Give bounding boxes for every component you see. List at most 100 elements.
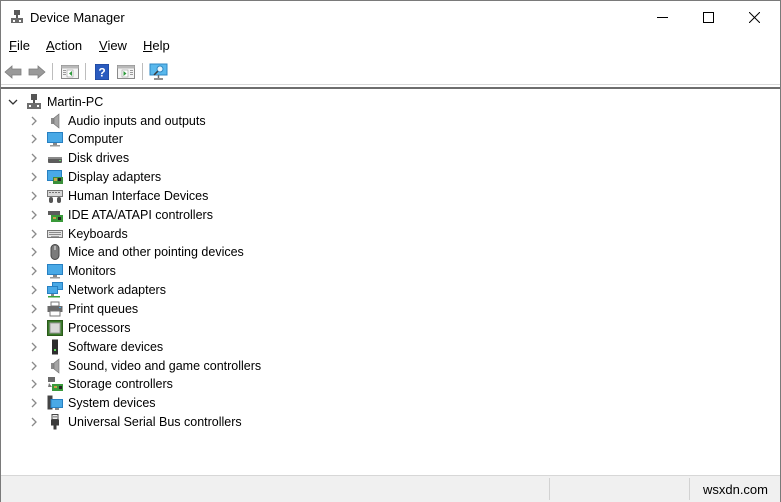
tree-node-print-queues[interactable]: Print queues: [28, 300, 138, 319]
tree-node-label: Storage controllers: [68, 377, 173, 392]
tree-node-label: Disk drives: [68, 151, 130, 166]
software-device-icon: [47, 339, 63, 355]
device-tree[interactable]: Martin-PC Audio inputs and outputs Comput…: [1, 87, 780, 475]
chevron-right-icon[interactable]: [28, 322, 40, 334]
computer-network-icon: [26, 93, 42, 110]
tree-node-audio-inputs-and-outputs[interactable]: Audio inputs and outputs: [28, 111, 206, 130]
menu-action-mnemonic: A: [46, 38, 55, 53]
back-arrow-icon: [4, 65, 22, 79]
chevron-right-icon[interactable]: [28, 228, 40, 240]
disk-drive-icon: [47, 150, 63, 166]
mouse-icon: [47, 244, 63, 261]
hid-icon: [47, 188, 63, 204]
menu-view[interactable]: View: [99, 38, 127, 53]
menu-help-mnemonic: H: [143, 38, 153, 53]
chevron-right-icon[interactable]: [28, 416, 40, 428]
maximize-icon: [702, 12, 714, 23]
status-watermark-text: wsxdn.com: [702, 482, 768, 497]
scan-hardware-changes-button[interactable]: [149, 62, 169, 82]
menu-help[interactable]: Help: [143, 38, 170, 53]
show-hide-console-tree-button[interactable]: [60, 62, 80, 82]
maximize-button[interactable]: [685, 1, 731, 34]
chevron-right-icon[interactable]: [28, 303, 40, 315]
menu-file-label: ile: [16, 38, 30, 53]
menu-action[interactable]: Action: [46, 38, 82, 53]
show-action-pane-button[interactable]: [116, 62, 136, 82]
sound-controller-icon: [47, 357, 63, 374]
chevron-right-icon[interactable]: [28, 171, 40, 183]
tree-node-label: Keyboards: [68, 226, 128, 241]
status-pane-middle: [549, 478, 690, 500]
tree-node-display-adapters[interactable]: Display adapters: [28, 168, 161, 187]
usb-icon: [47, 414, 63, 430]
chevron-right-icon[interactable]: [28, 360, 40, 372]
help-button[interactable]: ?: [92, 62, 112, 82]
device-manager-window: Device Manager File Action View Help ? M…: [0, 0, 781, 502]
tree-node-label: IDE ATA/ATAPI controllers: [68, 207, 213, 222]
tree-node-sound-video-and-game-controllers[interactable]: Sound, video and game controllers: [28, 356, 261, 375]
status-pane-main: [1, 478, 549, 500]
tree-node-disk-drives[interactable]: Disk drives: [28, 149, 129, 168]
chevron-right-icon[interactable]: [28, 190, 40, 202]
toolbar-separator: [142, 63, 143, 80]
menu-file[interactable]: File: [9, 38, 30, 53]
tree-node-human-interface-devices[interactable]: Human Interface Devices: [28, 186, 208, 205]
scan-monitor-icon: [149, 63, 169, 81]
keyboard-icon: [47, 226, 63, 242]
status-bar: wsxdn.com: [1, 475, 780, 502]
tree-node-label: Network adapters: [68, 283, 166, 298]
tree-node-label: Processors: [68, 320, 131, 335]
back-button[interactable]: [3, 62, 23, 82]
network-adapter-icon: [47, 282, 63, 298]
tree-node-universal-serial-bus-controllers[interactable]: Universal Serial Bus controllers: [28, 413, 242, 432]
chevron-right-icon[interactable]: [28, 378, 40, 390]
close-button[interactable]: [731, 1, 777, 34]
tree-node-processors[interactable]: Processors: [28, 318, 131, 337]
toolbar-separator: [85, 63, 86, 80]
close-icon: [748, 12, 760, 23]
status-pane-right: wsxdn.com: [689, 478, 780, 500]
chevron-right-icon[interactable]: [28, 246, 40, 258]
toolbar: ?: [1, 59, 780, 85]
chevron-right-icon[interactable]: [28, 152, 40, 164]
monitor-icon: [47, 263, 63, 279]
tree-root-label: Martin-PC: [47, 94, 104, 109]
menu-bar: File Action View Help: [1, 36, 780, 56]
tree-root-node[interactable]: Martin-PC: [7, 92, 103, 111]
chevron-down-icon[interactable]: [7, 96, 19, 108]
tree-node-label: Mice and other pointing devices: [68, 245, 244, 260]
computer-monitor-icon: [47, 131, 63, 147]
chevron-right-icon[interactable]: [28, 209, 40, 221]
chevron-right-icon[interactable]: [28, 115, 40, 127]
tree-node-storage-controllers[interactable]: Storage controllers: [28, 375, 173, 394]
tree-node-software-devices[interactable]: Software devices: [28, 337, 163, 356]
tree-node-system-devices[interactable]: System devices: [28, 394, 156, 413]
tree-node-monitors[interactable]: Monitors: [28, 262, 116, 281]
speaker-icon: [47, 112, 63, 129]
forward-button[interactable]: [27, 62, 47, 82]
window-title: Device Manager: [30, 10, 125, 25]
tree-node-keyboards[interactable]: Keyboards: [28, 224, 128, 243]
system-devices-icon: [47, 395, 63, 411]
title-bar[interactable]: Device Manager: [1, 1, 780, 34]
minimize-button[interactable]: [639, 1, 685, 34]
device-manager-app-icon: [10, 10, 24, 24]
tree-node-label: Software devices: [68, 339, 164, 354]
tree-node-label: Sound, video and game controllers: [68, 358, 262, 373]
display-adapter-icon: [47, 169, 63, 185]
ide-controller-icon: [47, 207, 63, 223]
tree-node-mice-and-other-pointing-devices[interactable]: Mice and other pointing devices: [28, 243, 244, 262]
menu-help-label: elp: [152, 38, 170, 53]
tree-node-label: Universal Serial Bus controllers: [68, 415, 242, 430]
menu-file-mnemonic: F: [9, 38, 17, 53]
tree-node-ide-ata-atapi-controllers[interactable]: IDE ATA/ATAPI controllers: [28, 205, 213, 224]
tree-node-network-adapters[interactable]: Network adapters: [28, 281, 166, 300]
chevron-right-icon[interactable]: [28, 341, 40, 353]
action-pane-icon: [117, 65, 135, 79]
chevron-right-icon[interactable]: [28, 397, 40, 409]
chevron-right-icon[interactable]: [28, 284, 40, 296]
tree-node-computer[interactable]: Computer: [28, 130, 123, 149]
toolbar-separator: [52, 63, 53, 80]
chevron-right-icon[interactable]: [28, 133, 40, 145]
chevron-right-icon[interactable]: [28, 265, 40, 277]
